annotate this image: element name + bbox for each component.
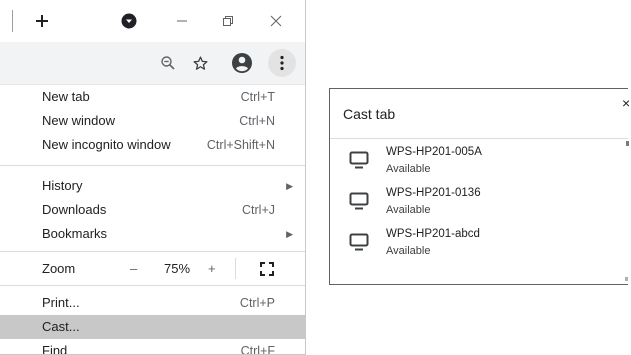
restore-icon [223,16,233,26]
cast-dialog: Cast tab × WPS-HP201-005A Available WPS-… [329,88,630,285]
submenu-arrow-icon: ▶ [286,181,293,191]
browser-window: New tab Ctrl+T New window Ctrl+N New inc… [0,0,306,355]
profile-button[interactable] [228,49,256,77]
shortcut-label: Ctrl+T [240,90,275,104]
shortcut-label: Ctrl+P [239,296,275,310]
cast-device-item[interactable]: WPS-HP201-abcd Available [330,221,628,262]
zoom-label: Zoom [42,261,76,276]
shortcut-label: Ctrl+Shift+N [206,138,275,152]
close-icon [270,15,282,27]
bookmark-star-button[interactable] [186,49,214,77]
cast-dialog-header: Cast tab × [330,89,630,139]
menu-item-history[interactable]: History ▶ [0,174,305,198]
device-status: Available [386,163,431,175]
menu-item-find[interactable]: Find Ctrl+F [0,339,305,355]
menu-item-bookmarks[interactable]: Bookmarks ▶ [0,222,305,246]
zoom-control-row: Zoom – 75% + [0,254,305,283]
menu-item-label: New window [42,113,115,128]
menu-item-label: History [42,178,83,193]
monitor-icon [349,151,369,169]
fullscreen-icon[interactable] [260,262,274,276]
device-status: Available [386,204,431,216]
menu-item-label: New tab [42,89,90,104]
title-bar [0,0,305,43]
menu-item-label: Downloads [42,202,107,217]
scrollbar-end [625,277,628,281]
menu-item-downloads[interactable]: Downloads Ctrl+J [0,198,305,222]
zoom-out-button[interactable]: – [130,254,137,283]
browser-toolbar [0,42,305,85]
tab-search-button[interactable] [115,7,143,35]
new-tab-button[interactable] [28,7,56,35]
menu-item-print[interactable]: Print... Ctrl+P [0,291,305,315]
device-name: WPS-HP201-0136 [386,187,481,199]
menu-item-label: Find [42,343,68,355]
shortcut-label: Ctrl+J [242,203,275,217]
cast-device-item[interactable]: WPS-HP201-005A Available [330,139,628,180]
menu-divider [0,251,305,252]
device-name: WPS-HP201-005A [386,146,482,158]
minimize-icon [177,20,187,22]
menu-divider [0,165,305,166]
menu-item-label: Cast... [42,319,80,334]
menu-item-new-incognito-window[interactable]: New incognito window Ctrl+Shift+N [0,133,305,157]
zoom-indicator-button[interactable] [154,49,182,77]
device-name: WPS-HP201-abcd [386,228,480,240]
menu-item-new-tab[interactable]: New tab Ctrl+T [0,85,305,109]
restore-button[interactable] [214,7,242,35]
shortcut-label: Ctrl+F [240,344,275,355]
minimize-button[interactable] [168,7,196,35]
cast-dialog-title: Cast tab [343,106,396,122]
account-icon [232,53,252,73]
chrome-main-menu: New tab Ctrl+T New window Ctrl+N New inc… [0,85,305,355]
zoom-divider [235,258,236,279]
monitor-icon [349,192,369,210]
close-window-button[interactable] [262,7,290,35]
kebab-menu-icon [280,55,284,71]
menu-item-cast[interactable]: Cast... [0,315,305,339]
cast-device-item[interactable]: WPS-HP201-0136 Available [330,180,628,221]
chevron-down-circle-icon [121,13,137,29]
menu-item-label: Print... [42,295,80,310]
customize-menu-button[interactable] [268,49,296,77]
device-status: Available [386,245,431,257]
zoom-in-button[interactable]: + [208,254,216,283]
plus-icon [36,15,48,27]
menu-item-new-window[interactable]: New window Ctrl+N [0,109,305,133]
menu-item-label: Bookmarks [42,226,108,241]
zoom-level-value: 75% [164,261,191,276]
star-icon [192,55,208,70]
monitor-icon [349,233,369,251]
zoom-out-magnifier-icon [161,56,175,70]
close-icon[interactable]: × [622,95,630,111]
tab-separator [12,10,13,32]
shortcut-label: Ctrl+N [239,114,275,128]
menu-item-label: New incognito window [42,137,171,152]
menu-divider [0,285,305,286]
submenu-arrow-icon: ▶ [286,229,293,239]
